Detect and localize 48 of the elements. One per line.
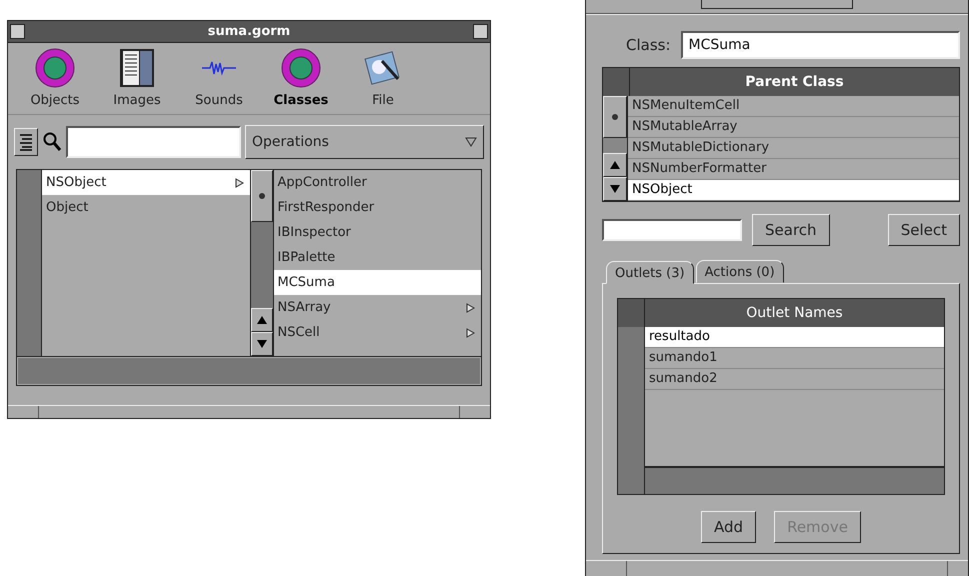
- toolbar-item[interactable]: Sounds: [178, 47, 260, 108]
- horizontal-scrollbar[interactable]: [645, 466, 944, 494]
- scroll-knob[interactable]: [603, 96, 627, 138]
- search-field[interactable]: [66, 126, 241, 158]
- list-lines-icon: [17, 132, 35, 152]
- dropdown-arrow-icon: [465, 137, 477, 147]
- list-view-button[interactable]: [14, 128, 38, 156]
- toolbar-item[interactable]: Objects: [14, 47, 96, 108]
- browser-item[interactable]: IBPalette: [274, 245, 481, 270]
- table-row[interactable]: resultado: [645, 326, 944, 348]
- toolbar-item[interactable]: File: [342, 47, 424, 108]
- search-icon: [42, 131, 62, 153]
- browser-item[interactable]: IBInspector: [274, 220, 481, 245]
- minimize-button[interactable]: [10, 24, 25, 39]
- search-button[interactable]: Search: [752, 214, 830, 246]
- horizontal-scrollbar[interactable]: [17, 357, 481, 385]
- browser-item[interactable]: Object: [42, 195, 250, 220]
- operations-dropdown[interactable]: Operations: [245, 125, 484, 159]
- window-title: suma.gorm: [208, 24, 290, 39]
- up-arrow-icon: [609, 160, 621, 170]
- browser-item[interactable]: NSObject: [42, 170, 250, 195]
- toolbar-item[interactable]: Classes: [260, 47, 342, 108]
- down-arrow-icon: [256, 339, 268, 349]
- down-arrow-icon: [609, 184, 621, 194]
- scroll-up-button[interactable]: [250, 308, 272, 332]
- browser-item[interactable]: NSArray: [274, 295, 481, 320]
- class-label: Class:: [626, 36, 671, 54]
- ring-icon: [280, 47, 322, 89]
- scroll-down-button[interactable]: [250, 332, 272, 356]
- browser-item[interactable]: AppController: [274, 170, 481, 195]
- top-button[interactable]: [701, 0, 853, 9]
- tab[interactable]: Outlets (3): [606, 260, 694, 284]
- ring-icon: [34, 47, 76, 89]
- up-arrow-icon: [256, 315, 268, 325]
- toolbar-item[interactable]: Images: [96, 47, 178, 108]
- browser-item[interactable]: NSCell: [274, 320, 481, 345]
- table-row[interactable]: NSObject: [628, 180, 959, 201]
- browser-item[interactable]: FirstResponder: [274, 195, 481, 220]
- add-button[interactable]: Add: [701, 510, 756, 543]
- select-button[interactable]: Select: [888, 214, 960, 246]
- tab[interactable]: Actions (0): [696, 260, 784, 283]
- close-button[interactable]: [472, 24, 488, 39]
- browser-item[interactable]: MCSuma: [274, 270, 481, 295]
- scroll-knob[interactable]: [250, 170, 272, 222]
- class-field[interactable]: MCSuma: [680, 30, 960, 59]
- search-field[interactable]: [602, 218, 742, 241]
- scroll-down-button[interactable]: [603, 176, 627, 201]
- scroll-up-button[interactable]: [603, 152, 627, 177]
